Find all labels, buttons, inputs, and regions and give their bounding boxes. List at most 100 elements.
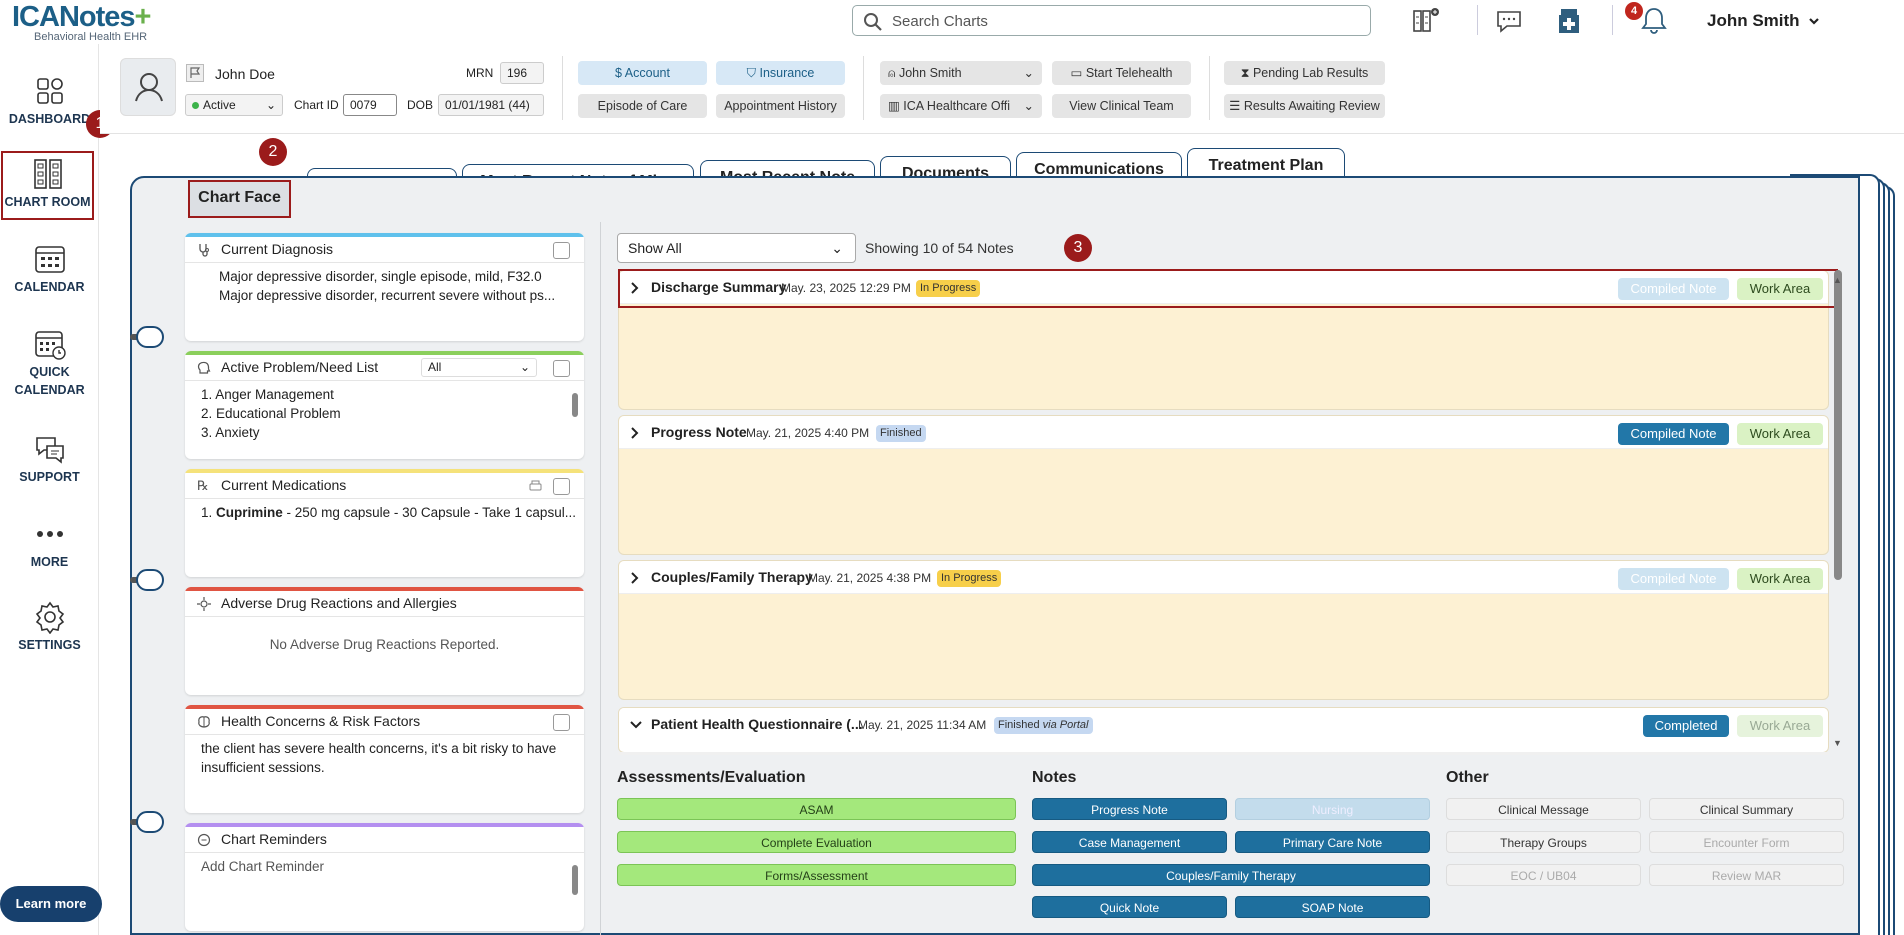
chevron-down-icon: ⌄ [265, 98, 276, 112]
therapy-groups-button[interactable]: Therapy Groups [1446, 831, 1641, 853]
chevron-right-icon[interactable] [629, 426, 641, 440]
patient-header [100, 44, 1904, 134]
encounter-form-button[interactable]: Encounter Form [1649, 831, 1844, 853]
pharmacy-icon[interactable] [1553, 5, 1585, 37]
view-clinical-team-button[interactable]: View Clinical Team [1052, 94, 1191, 118]
appointment-history-button[interactable]: Appointment History [716, 94, 845, 118]
complete-evaluation-button[interactable]: Complete Evaluation [617, 831, 1016, 853]
logo-plus: + [134, 1, 152, 33]
scroll-down-arrow-icon[interactable]: ▼ [1833, 738, 1842, 748]
compiled-note-button[interactable]: Compiled Note [1618, 568, 1729, 590]
soap-note-button[interactable]: SOAP Note [1235, 896, 1430, 918]
results-awaiting-review-button[interactable]: ☰ Results Awaiting Review [1224, 94, 1385, 118]
tab-chart-face[interactable]: Chart Face [188, 180, 291, 218]
primary-care-note-button[interactable]: Primary Care Note [1235, 831, 1430, 853]
flag-icon[interactable] [186, 64, 204, 82]
status-dot [192, 102, 199, 109]
quick-note-button[interactable]: Quick Note [1032, 896, 1227, 918]
scroll-up-arrow-icon[interactable]: ▲ [1833, 275, 1842, 285]
chart-room-add-icon[interactable] [1410, 5, 1442, 37]
nav-more[interactable]: MORE [0, 517, 99, 571]
pending-lab-results-button[interactable]: ⧗ Pending Lab Results [1224, 61, 1385, 85]
notes-count-text: Showing 10 of 54 Notes [865, 240, 1014, 256]
nav-settings[interactable]: SETTINGS [0, 600, 99, 654]
chevron-down-icon[interactable] [629, 719, 643, 731]
review-mar-button[interactable]: Review MAR [1649, 864, 1844, 886]
notes-filter-select[interactable]: Show All ⌄ [617, 233, 856, 263]
external-link-icon[interactable] [553, 714, 570, 731]
learn-more-button[interactable]: Learn more [0, 886, 102, 922]
divider [1477, 5, 1478, 35]
binder-ring [136, 326, 164, 348]
account-button[interactable]: $ Account [578, 61, 707, 85]
progress-note-button[interactable]: Progress Note [1032, 798, 1227, 820]
shield-icon: ⛉ [746, 66, 760, 80]
note-progress-note[interactable]: Progress Note May. 21, 2025 4:40 PM Fini… [618, 415, 1829, 555]
clinical-message-button[interactable]: Clinical Message [1446, 798, 1641, 820]
status-badge: Finished [876, 425, 926, 442]
forms-assessment-button[interactable]: Forms/Assessment [617, 864, 1016, 886]
user-menu[interactable]: John Smith [1707, 11, 1820, 31]
nav-support[interactable]: SUPPORT [0, 432, 99, 486]
provider-select[interactable]: ⍝ John Smith ⌄ [880, 61, 1042, 85]
messages-icon[interactable] [1493, 5, 1525, 37]
chart-room-icon [31, 157, 65, 191]
chevron-right-icon[interactable] [629, 571, 641, 585]
nav-calendar[interactable]: CALENDAR [0, 242, 99, 296]
print-icon[interactable] [527, 478, 544, 495]
nursing-button[interactable]: Nursing [1235, 798, 1430, 820]
chart-id-value[interactable]: 0079 [343, 94, 397, 116]
patient-status: Active [203, 98, 236, 112]
nav-quick-calendar[interactable]: QUICK CALENDAR [0, 327, 99, 399]
patient-name[interactable]: John Doe [215, 66, 275, 82]
nav-dashboard[interactable]: DASHBOARD [0, 74, 99, 128]
insurance-button[interactable]: ⛉ Insurance [716, 61, 845, 85]
note-couples-family-therapy[interactable]: Couples/Family Therapy May. 21, 2025 4:3… [618, 560, 1829, 700]
chevron-down-icon: ⌄ [1023, 66, 1034, 80]
episode-of-care-button[interactable]: Episode of Care [578, 94, 707, 118]
note-patient-health-questionnaire[interactable]: Patient Health Questionnaire (... May. 2… [618, 707, 1829, 753]
start-telehealth-button[interactable]: ▭ Start Telehealth [1052, 61, 1191, 85]
external-link-icon[interactable] [553, 478, 570, 495]
dob-value: 01/01/1981 (44) [438, 94, 544, 116]
brain-icon [197, 715, 211, 729]
nav-chart-room[interactable]: CHART ROOM [1, 151, 94, 220]
patient-avatar[interactable] [120, 58, 176, 116]
divider [863, 56, 864, 120]
search-placeholder: Search Charts [892, 13, 988, 30]
status-badge: In Progress [937, 570, 1002, 587]
compiled-note-button[interactable]: Compiled Note [1618, 423, 1729, 445]
scrollbar[interactable] [572, 865, 578, 895]
case-management-button[interactable]: Case Management [1032, 831, 1227, 853]
chevron-down-icon: ⌄ [519, 360, 530, 374]
building-icon: ▥ [888, 99, 904, 113]
add-chart-reminder-input[interactable]: Add Chart Reminder [185, 853, 584, 880]
completed-button[interactable]: Completed [1643, 715, 1729, 737]
top-bar: ICANotes+ Behavioral Health EHR Search C… [0, 0, 1904, 44]
app-logo[interactable]: ICANotes+ Behavioral Health EHR [12, 1, 152, 43]
search-icon [863, 12, 883, 32]
work-area-button[interactable]: Work Area [1737, 423, 1823, 445]
asam-button[interactable]: ASAM [617, 798, 1016, 820]
insurance-label: Insurance [759, 66, 815, 80]
divider [562, 56, 563, 120]
location-select[interactable]: ▥ ICA Healthcare Offi ⌄ [880, 94, 1042, 118]
clinical-summary-button[interactable]: Clinical Summary [1649, 798, 1844, 820]
callout-badge-2: 2 [259, 138, 287, 166]
work-area-button[interactable]: Work Area [1737, 568, 1823, 590]
patient-status-select[interactable]: Active ⌄ [185, 94, 283, 116]
eoc-ub04-button[interactable]: EOC / UB04 [1446, 864, 1641, 886]
external-link-icon[interactable] [553, 360, 570, 377]
chat-icon [197, 833, 211, 847]
external-link-icon[interactable] [553, 242, 570, 259]
callout-badge-3: 3 [1064, 234, 1092, 262]
couples-family-therapy-button[interactable]: Couples/Family Therapy [1032, 864, 1430, 886]
scrollbar[interactable] [572, 393, 578, 417]
settings-icon [33, 600, 67, 634]
start-telehealth-label: Start Telehealth [1085, 66, 1173, 80]
work-area-button[interactable]: Work Area [1737, 715, 1823, 737]
note-title: Progress Note [651, 424, 747, 440]
search-charts-input[interactable]: Search Charts [852, 5, 1371, 36]
notes-scrollbar[interactable] [1834, 270, 1842, 580]
problem-filter-select[interactable]: All ⌄ [421, 358, 537, 377]
